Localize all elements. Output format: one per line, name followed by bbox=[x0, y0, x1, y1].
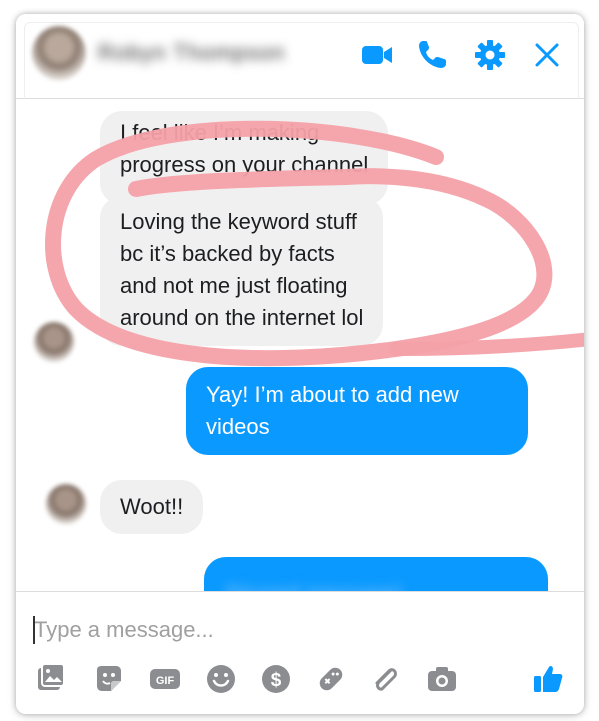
game-icon[interactable] bbox=[314, 662, 348, 696]
contact-avatar[interactable] bbox=[32, 26, 86, 80]
message-bubble[interactable]: (blurred message) bbox=[204, 557, 548, 591]
chat-header: Robyn Thompson bbox=[16, 14, 584, 99]
thumbs-up-icon[interactable] bbox=[531, 662, 565, 696]
gif-icon[interactable]: GIF bbox=[148, 662, 182, 696]
message-list[interactable]: I feel like I’m making progress on your … bbox=[16, 99, 584, 591]
sticker-icon[interactable] bbox=[92, 662, 126, 696]
text-caret bbox=[33, 616, 35, 644]
message-line: bc it’s backed by facts bbox=[120, 241, 335, 266]
message-line: I feel like I’m making bbox=[120, 120, 320, 145]
message-line: around on the internet lol bbox=[120, 305, 364, 330]
chat-window: Robyn Thompson I feel like I’m making pr… bbox=[16, 14, 584, 714]
emoji-icon[interactable] bbox=[204, 662, 238, 696]
payment-icon[interactable]: $ bbox=[259, 662, 293, 696]
contact-name[interactable]: Robyn Thompson bbox=[98, 40, 285, 66]
composer: GIF $ bbox=[16, 591, 584, 714]
message-bubble[interactable]: Loving the keyword stuff bc it’s backed … bbox=[100, 196, 384, 346]
close-icon[interactable] bbox=[529, 37, 565, 73]
video-call-icon[interactable] bbox=[359, 37, 395, 73]
message-line: Woot!! bbox=[120, 494, 184, 519]
contact-avatar-small bbox=[34, 322, 74, 362]
message-bubble[interactable]: Woot!! bbox=[100, 480, 204, 534]
contact-avatar-small bbox=[46, 484, 86, 524]
message-input[interactable] bbox=[32, 610, 514, 650]
phone-icon[interactable] bbox=[414, 37, 450, 73]
message-line: progress on your channel bbox=[120, 152, 369, 177]
message-line: Yay! I’m about to add new bbox=[206, 382, 459, 407]
attachment-icon[interactable] bbox=[369, 662, 403, 696]
gear-icon[interactable] bbox=[472, 37, 508, 73]
message-line: and not me just floating bbox=[120, 273, 348, 298]
svg-text:$: $ bbox=[271, 670, 282, 691]
message-line: videos bbox=[206, 414, 270, 439]
message-line: Loving the keyword stuff bbox=[120, 209, 357, 234]
svg-text:GIF: GIF bbox=[156, 675, 175, 687]
message-line: (blurred message) bbox=[204, 557, 548, 591]
message-bubble[interactable]: I feel like I’m making progress on your … bbox=[100, 111, 389, 205]
photo-icon[interactable] bbox=[34, 662, 68, 696]
camera-icon[interactable] bbox=[425, 662, 459, 696]
message-bubble[interactable]: Yay! I’m about to add new videos bbox=[186, 367, 528, 455]
